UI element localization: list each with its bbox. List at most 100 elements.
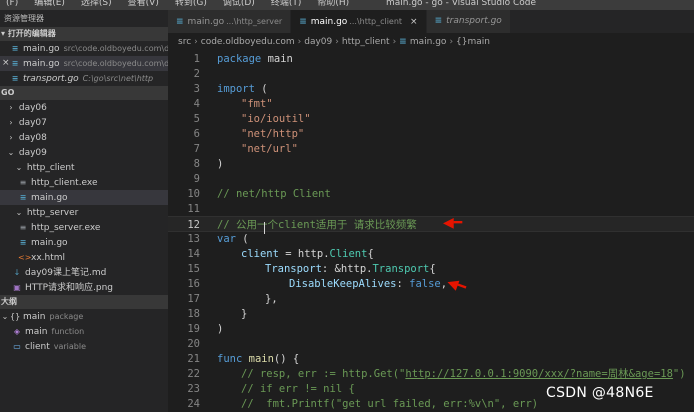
code-line: 16 DisableKeepAlives: false,: [168, 276, 694, 292]
comment: "): [672, 368, 686, 380]
close-icon[interactable]: ×: [410, 17, 418, 27]
tree-folder[interactable]: › day06: [0, 100, 168, 115]
breadcrumb-item[interactable]: {}main: [456, 37, 490, 47]
line-number: 10: [187, 188, 200, 200]
breadcrumb-item[interactable]: main.go: [410, 37, 447, 47]
type-name: Client: [329, 248, 368, 260]
code-editor[interactable]: 1 package main 2 3 import ( 4 "fmt" 5 "io/io…: [168, 51, 694, 412]
outline-kind: function: [51, 327, 85, 336]
chevron-down-icon: ⌄: [7, 148, 15, 157]
code-line: 17},: [168, 291, 694, 307]
line-number: 14: [187, 248, 200, 260]
code-line: 7 "net/url": [168, 141, 694, 157]
tree-label: day09课上笔记.md: [25, 268, 107, 278]
namespace-icon: {}: [10, 312, 21, 321]
menu-terminal[interactable]: 终端(T): [265, 0, 312, 8]
menu-bar: (F) 编辑(E) 选择(S) 查看(V) 转到(G) 调试(D) 终端(T) …: [0, 0, 359, 8]
red-arrow-annotation-icon: ◀━: [443, 215, 463, 231]
tab-main-go-client[interactable]: ≡ main.go ...\http_client ×: [291, 10, 427, 33]
chevron-right-icon: ›: [194, 37, 198, 47]
outline-kind: package: [49, 312, 84, 321]
tree-folder[interactable]: ⌄ day09: [0, 145, 168, 160]
file-icon: ≡: [19, 178, 27, 187]
explorer-sidebar: 资源管理器 ▾ 打开的编辑器 ≡ main.go src\code.oldboyed…: [0, 10, 168, 412]
go-file-icon: ≡: [434, 16, 443, 26]
window-title: main.go - go - Visual Studio Code: [386, 0, 537, 8]
tree-file[interactable]: ≡ http_client.exe: [0, 175, 168, 190]
tree-folder[interactable]: › day07: [0, 115, 168, 130]
outline-name: client: [25, 342, 50, 352]
menu-file[interactable]: (F): [0, 0, 28, 8]
tab-label: main.go: [310, 17, 348, 27]
tree-folder[interactable]: ⌄ http_client: [0, 160, 168, 175]
chevron-down-icon: ⌄: [1, 312, 9, 321]
tree-file-active[interactable]: ≡ main.go: [0, 190, 168, 205]
code-line: 5 "io/ioutil": [168, 111, 694, 127]
line-number: 21: [187, 353, 200, 365]
breadcrumb-item[interactable]: http_client: [342, 37, 390, 47]
chevron-right-icon: ›: [335, 37, 339, 47]
breadcrumb-item[interactable]: code.oldboyedu.com: [201, 37, 295, 47]
tree-file[interactable]: <>xx.html: [0, 250, 168, 265]
comment: // resp, err := http.Get(": [241, 368, 406, 380]
code-line: 22 // resp, err := http.Get("http://127.0…: [168, 366, 694, 382]
open-editor-item[interactable]: ≡ transport.go C:\go\src\net\http: [0, 71, 168, 86]
outline-item[interactable]: ◈ main function: [0, 324, 168, 339]
tree-label: http_server: [26, 208, 79, 218]
line-number: 24: [187, 398, 200, 410]
tree-file[interactable]: ≡ main.go: [0, 235, 168, 250]
workspace-title: GO: [1, 88, 15, 97]
code-line: 8): [168, 156, 694, 172]
tree-label: http_client: [26, 163, 75, 173]
code-line: 13 var (: [168, 231, 694, 247]
open-editor-item[interactable]: ≡ main.gosrc\code.oldboyedu.com\da...: [0, 41, 168, 56]
tree-file[interactable]: ↓ day09课上笔记.md: [0, 265, 168, 280]
tab-main-go-server[interactable]: ≡ main.go ...\http_server: [168, 10, 292, 33]
chevron-right-icon: ›: [9, 133, 13, 142]
line-number: 6: [193, 128, 200, 140]
tree-label: http_server.exe: [31, 223, 101, 233]
comment-link[interactable]: http://127.0.0.1:9090/xxx/?name=周林&age=1…: [405, 368, 673, 380]
go-file-icon: ≡: [11, 59, 19, 68]
outline-name: main: [23, 312, 46, 322]
open-editor-desc: src\code.oldboyedu.com\da...: [63, 44, 168, 53]
tree-label: xx.html: [31, 253, 66, 263]
comment: // 公用一个client适用于 请求比较频繁: [217, 219, 417, 231]
identifier: Transport: [265, 263, 322, 275]
identifier: DisableKeepAlives: [289, 278, 397, 290]
outline-item[interactable]: ▭ client variable: [0, 339, 168, 354]
menu-edit[interactable]: 编辑(E): [28, 0, 75, 8]
line-number: 3: [193, 83, 200, 95]
menu-help[interactable]: 帮助(H): [311, 0, 359, 8]
tree-folder[interactable]: › day08: [0, 130, 168, 145]
line-number: 15: [187, 263, 200, 275]
open-editor-item-active[interactable]: × ≡ main.gosrc\code.oldboyedu.com\da...: [0, 56, 168, 71]
tree-label: day08: [18, 133, 47, 143]
outline-section[interactable]: 大纲: [0, 295, 168, 309]
string-literal: "net/http": [241, 128, 305, 140]
tab-transport-go[interactable]: ≡ transport.go: [426, 10, 511, 33]
workspace-section[interactable]: GO: [0, 86, 168, 100]
tree-file[interactable]: ▣ HTTP请求和响应.png: [0, 280, 168, 295]
open-editor-desc: C:\go\src\net\http: [82, 74, 154, 83]
open-editors-section[interactable]: ▾ 打开的编辑器: [0, 27, 168, 41]
keyword: false: [409, 278, 441, 290]
line-number: 23: [187, 383, 200, 395]
menu-view[interactable]: 查看(V): [122, 0, 169, 8]
tree-label: http_client.exe: [31, 178, 98, 188]
line-number: 4: [193, 98, 200, 110]
tree-label: main.go: [31, 193, 68, 203]
code-text: () {: [273, 353, 300, 365]
breadcrumb-item[interactable]: src: [178, 37, 191, 47]
close-icon[interactable]: ×: [2, 56, 10, 71]
variable-icon: ▭: [13, 342, 21, 351]
outline-item[interactable]: ⌄{} main package: [0, 309, 168, 324]
menu-selection[interactable]: 选择(S): [75, 0, 122, 8]
menu-debug[interactable]: 调试(D): [217, 0, 265, 8]
tree-file[interactable]: ≡ http_server.exe: [0, 220, 168, 235]
tree-folder[interactable]: ⌄ http_server: [0, 205, 168, 220]
code-line: 10 // net/http Client: [168, 186, 694, 202]
breadcrumb-item[interactable]: day09: [304, 37, 332, 47]
code-line: 6 "net/http": [168, 126, 694, 142]
menu-goto[interactable]: 转到(G): [169, 0, 217, 8]
